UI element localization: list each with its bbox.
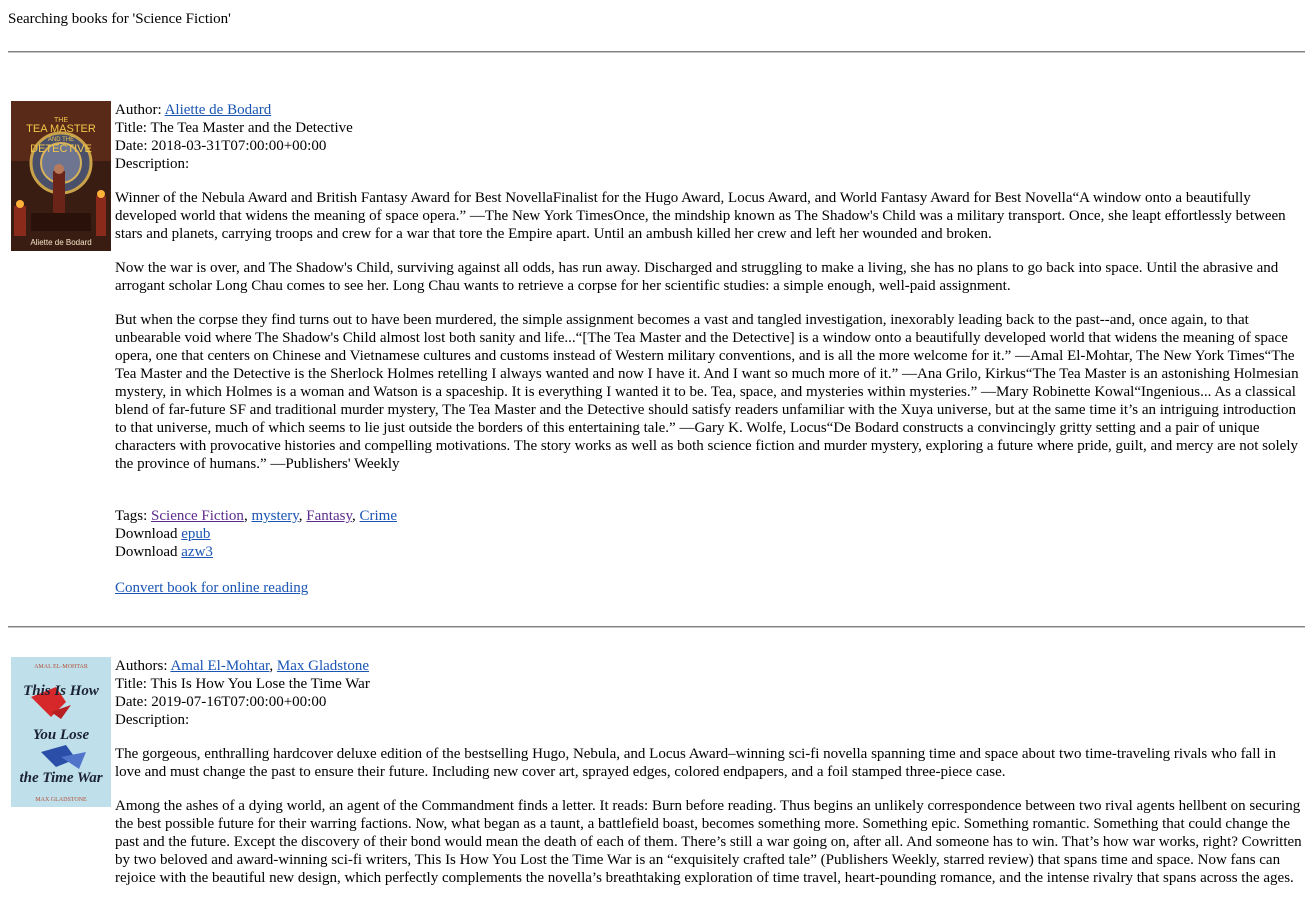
tag-link-mystery[interactable]: mystery: [251, 508, 298, 524]
tag-separator: ,: [352, 508, 360, 524]
download-label: Download: [115, 544, 182, 560]
cover-author-text: AMAL EL-MOHTAR: [34, 664, 88, 670]
description-paragraph: The gorgeous, enthralling hardcover delu…: [115, 746, 1276, 780]
author-separator: ,: [269, 658, 277, 674]
book-info: Authors: Amal El-Mohtar, Max Gladstone T…: [115, 657, 1305, 887]
download-line: Download azw3: [115, 543, 1305, 561]
author-link[interactable]: Amal El-Mohtar: [170, 658, 269, 674]
description-paragraph: Winner of the Nebula Award and British F…: [115, 190, 1286, 242]
cover-title-text: DETECTIVE: [30, 143, 92, 155]
separator: [8, 626, 1305, 628]
tag-link-crime[interactable]: Crime: [360, 508, 398, 524]
convert-line: Convert book for online reading: [115, 579, 1305, 597]
cover-title-text: This Is How: [23, 683, 100, 699]
tag-link-fantasy[interactable]: Fantasy: [306, 508, 352, 524]
cover-author-text: MAX GLADSTONE: [35, 797, 87, 803]
description-paragraph: But when the corpse they find turns out …: [115, 312, 1299, 472]
author-line: Author: Aliette de Bodard: [115, 101, 1305, 119]
download-label: Download: [115, 526, 182, 542]
description-label: Description:: [115, 712, 190, 728]
convert-book-link[interactable]: Convert book for online reading: [115, 580, 308, 596]
download-epub-link[interactable]: epub: [181, 526, 210, 542]
tag-link-science-fiction[interactable]: Science Fiction: [151, 508, 244, 524]
date-line: Date: 2019-07-16T07:00:00+00:00: [115, 694, 327, 710]
search-heading: Searching books for 'Science Fiction': [8, 11, 231, 27]
description-paragraph: Now the war is over, and The Shadow's Ch…: [115, 260, 1279, 294]
download-line: Download epub: [115, 525, 1305, 543]
separator: [8, 51, 1305, 53]
cover-title-text: the Time War: [19, 770, 102, 786]
author-link[interactable]: Max Gladstone: [277, 658, 369, 674]
authors-line: Authors: Amal El-Mohtar, Max Gladstone: [115, 657, 1305, 675]
tags-label: Tags:: [115, 508, 152, 524]
cover-title-text: TEA MASTER: [26, 123, 96, 135]
book-cover-image[interactable]: AMAL EL-MOHTAR This Is How You Lose the …: [11, 657, 111, 807]
download-azw3-link[interactable]: azw3: [181, 544, 213, 560]
tags-line: Tags: Science Fiction, mystery, Fantasy,…: [115, 507, 1305, 525]
authors-label: Authors:: [115, 658, 171, 674]
book-cover-image[interactable]: THE TEA MASTER AND THE DETECTIVE Aliette…: [11, 101, 111, 251]
book-info: Author: Aliette de Bodard Title: The Tea…: [115, 101, 1305, 597]
title-line: Title: This Is How You Lose the Time War: [115, 676, 370, 692]
author-link[interactable]: Aliette de Bodard: [165, 102, 272, 118]
description-paragraph: Among the ashes of a dying world, an age…: [115, 798, 1302, 886]
author-label: Author:: [115, 102, 165, 118]
title-line: Title: The Tea Master and the Detective: [115, 120, 353, 136]
cover-title-text: You Lose: [33, 727, 90, 743]
date-line: Date: 2018-03-31T07:00:00+00:00: [115, 138, 327, 154]
cover-author-text: Aliette de Bodard: [30, 238, 91, 247]
description-label: Description:: [115, 156, 190, 172]
